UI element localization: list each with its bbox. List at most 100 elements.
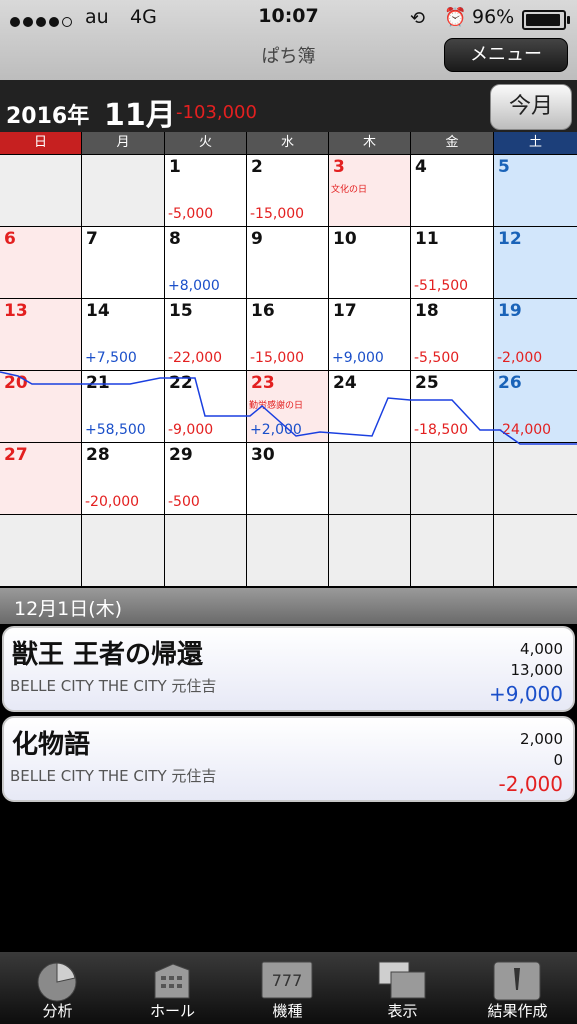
calendar-day-cell[interactable]: 9 bbox=[247, 227, 328, 298]
calendar-day-cell[interactable]: 27 bbox=[0, 443, 81, 514]
tab-label: 表示 bbox=[387, 1002, 418, 1020]
day-amount: +8,000 bbox=[168, 278, 220, 294]
calendar-day-cell[interactable]: 10 bbox=[329, 227, 410, 298]
tab-edit[interactable]: 結果作成 bbox=[460, 952, 575, 1024]
month-label: 11月 bbox=[104, 98, 176, 133]
battery-icon bbox=[522, 10, 570, 30]
view-icon bbox=[373, 958, 431, 1002]
tab-slot-machine[interactable]: 777 機種 bbox=[230, 952, 345, 1024]
day-number: 6 bbox=[4, 229, 16, 249]
investment-amount: 2,000 bbox=[520, 730, 563, 748]
weekday-label: 金 bbox=[411, 132, 493, 154]
calendar-day-cell[interactable]: 18 -5,500 bbox=[411, 299, 493, 370]
calendar-day-cell[interactable]: 20 bbox=[0, 371, 81, 442]
investment-amount: 4,000 bbox=[520, 640, 563, 658]
day-number: 13 bbox=[4, 301, 28, 321]
day-number: 16 bbox=[251, 301, 275, 321]
day-amount: +9,000 bbox=[332, 350, 384, 366]
calendar-empty-cell bbox=[411, 443, 493, 514]
selected-date: 12月1日(木) bbox=[14, 598, 123, 620]
day-amount: -2,000 bbox=[497, 350, 543, 366]
calendar-day-cell[interactable]: 5 bbox=[494, 155, 577, 226]
day-amount: -20,000 bbox=[85, 494, 140, 510]
calendar-day-cell[interactable]: 19 -2,000 bbox=[494, 299, 577, 370]
this-month-button[interactable]: 今月 bbox=[490, 84, 572, 130]
weekday-label: 木 bbox=[329, 132, 410, 154]
calendar-empty-cell bbox=[329, 443, 410, 514]
calendar-day-cell[interactable]: 30 bbox=[247, 443, 328, 514]
calendar-day-cell[interactable]: 8 +8,000 bbox=[165, 227, 246, 298]
day-number: 21 bbox=[86, 373, 110, 393]
tab-label: 機種 bbox=[272, 1002, 303, 1020]
weekday-header: 日月火水木金土 bbox=[0, 132, 577, 154]
tab-label: 分析 bbox=[42, 1002, 73, 1020]
day-number: 25 bbox=[415, 373, 439, 393]
tab-bar: 分析 ホール 777 機種 表示 結果作成 bbox=[0, 952, 577, 1024]
calendar-empty-cell bbox=[411, 515, 493, 586]
payout-amount: 13,000 bbox=[510, 661, 564, 679]
day-amount: -24,000 bbox=[497, 422, 552, 438]
day-number: 14 bbox=[86, 301, 110, 321]
tab-building[interactable]: ホール bbox=[115, 952, 230, 1024]
menu-button[interactable]: メニュー bbox=[444, 38, 568, 72]
status-bar: au 4G 10:07 ⟲ ⏰ 96% bbox=[0, 0, 577, 36]
calendar-day-cell[interactable]: 7 bbox=[82, 227, 164, 298]
calendar-day-cell[interactable]: 29 -500 bbox=[165, 443, 246, 514]
svg-text:777: 777 bbox=[272, 971, 303, 990]
day-number: 28 bbox=[86, 445, 110, 465]
day-number: 19 bbox=[498, 301, 522, 321]
day-amount: -18,500 bbox=[414, 422, 469, 438]
year-label: 2016年 bbox=[6, 104, 90, 129]
weekday-label: 水 bbox=[247, 132, 328, 154]
day-amount: -15,000 bbox=[250, 350, 305, 366]
calendar-day-cell[interactable]: 23 勤労感謝の日 +2,000 bbox=[247, 371, 328, 442]
month-header: 2016年 11月 -103,000 今月 bbox=[0, 80, 577, 133]
calendar-day-cell[interactable]: 28 -20,000 bbox=[82, 443, 164, 514]
tab-view[interactable]: 表示 bbox=[345, 952, 460, 1024]
calendar-empty-cell bbox=[329, 515, 410, 586]
calendar-day-cell[interactable]: 1 -5,000 bbox=[165, 155, 246, 226]
calendar-day-cell[interactable]: 15 -22,000 bbox=[165, 299, 246, 370]
calendar-day-cell[interactable]: 24 bbox=[329, 371, 410, 442]
calendar-empty-cell bbox=[494, 515, 577, 586]
payout-amount: 0 bbox=[553, 751, 563, 769]
result-entry[interactable]: 獣王 王者の帰還 BELLE CITY THE CITY 元住吉 4,000 13,0… bbox=[2, 626, 575, 712]
day-number: 18 bbox=[415, 301, 439, 321]
result-amount: +9,000 bbox=[488, 682, 563, 706]
result-amount: -2,000 bbox=[498, 772, 563, 796]
calendar-day-cell[interactable]: 12 bbox=[494, 227, 577, 298]
calendar-day-cell[interactable]: 3 文化の日 bbox=[329, 155, 410, 226]
day-number: 27 bbox=[4, 445, 28, 465]
day-number: 30 bbox=[251, 445, 275, 465]
calendar-day-cell[interactable]: 22 -9,000 bbox=[165, 371, 246, 442]
hall-name: BELLE CITY THE CITY 元住吉 bbox=[10, 677, 217, 695]
day-number: 1 bbox=[169, 157, 181, 177]
month-total: -103,000 bbox=[176, 102, 257, 123]
calendar-day-cell[interactable]: 2 -15,000 bbox=[247, 155, 328, 226]
weekday-label: 火 bbox=[165, 132, 246, 154]
pie-chart-icon bbox=[28, 958, 86, 1002]
day-number: 17 bbox=[333, 301, 357, 321]
calendar-day-cell[interactable]: 17 +9,000 bbox=[329, 299, 410, 370]
calendar-day-cell[interactable]: 13 bbox=[0, 299, 81, 370]
calendar-day-cell[interactable]: 6 bbox=[0, 227, 81, 298]
calendar-day-cell[interactable]: 26 -24,000 bbox=[494, 371, 577, 442]
day-number: 26 bbox=[498, 373, 522, 393]
calendar-day-cell[interactable]: 4 bbox=[411, 155, 493, 226]
tab-label: ホール bbox=[149, 1002, 195, 1020]
calendar-day-cell[interactable]: 16 -15,000 bbox=[247, 299, 328, 370]
day-number: 23 bbox=[251, 373, 275, 393]
tab-pie-chart[interactable]: 分析 bbox=[0, 952, 115, 1024]
calendar-empty-cell bbox=[247, 515, 328, 586]
day-amount: -5,500 bbox=[414, 350, 460, 366]
day-number: 11 bbox=[415, 229, 439, 249]
calendar-day-cell[interactable]: 11 -51,500 bbox=[411, 227, 493, 298]
calendar-day-cell[interactable]: 25 -18,500 bbox=[411, 371, 493, 442]
calendar-day-cell[interactable]: 21 +58,500 bbox=[82, 371, 164, 442]
edit-icon bbox=[488, 958, 546, 1002]
result-entry[interactable]: 化物語 BELLE CITY THE CITY 元住吉 2,000 0 -2,000 bbox=[2, 716, 575, 802]
day-number: 5 bbox=[498, 157, 510, 177]
hall-name: BELLE CITY THE CITY 元住吉 bbox=[10, 767, 217, 785]
calendar-day-cell[interactable]: 14 +7,500 bbox=[82, 299, 164, 370]
detail-date-bar: 12月1日(木) bbox=[0, 588, 577, 624]
